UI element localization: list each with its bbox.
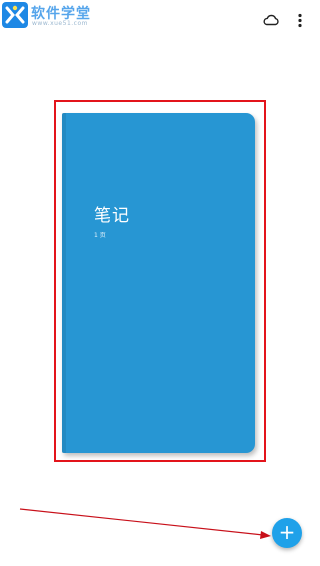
cloud-icon [263,14,279,26]
cloud-sync-button[interactable] [260,9,282,31]
add-notebook-button[interactable]: + [272,518,302,548]
notebook-card[interactable]: 笔记 1 页 [62,113,255,453]
notebook-page-count: 1 页 [94,232,106,239]
notebook-spine [62,113,66,453]
notebook-title: 笔记 [94,206,130,226]
more-options-button[interactable] [289,9,311,31]
plus-icon: + [278,520,296,544]
watermark-url: www.xue51.com [32,20,88,27]
notebooks-screen: 软件学堂 www.xue51.com 笔记 1 页 + [0,0,320,566]
watermark: 软件学堂 www.xue51.com [0,0,130,30]
x-logo-icon [2,2,28,28]
more-vertical-icon [298,13,302,28]
